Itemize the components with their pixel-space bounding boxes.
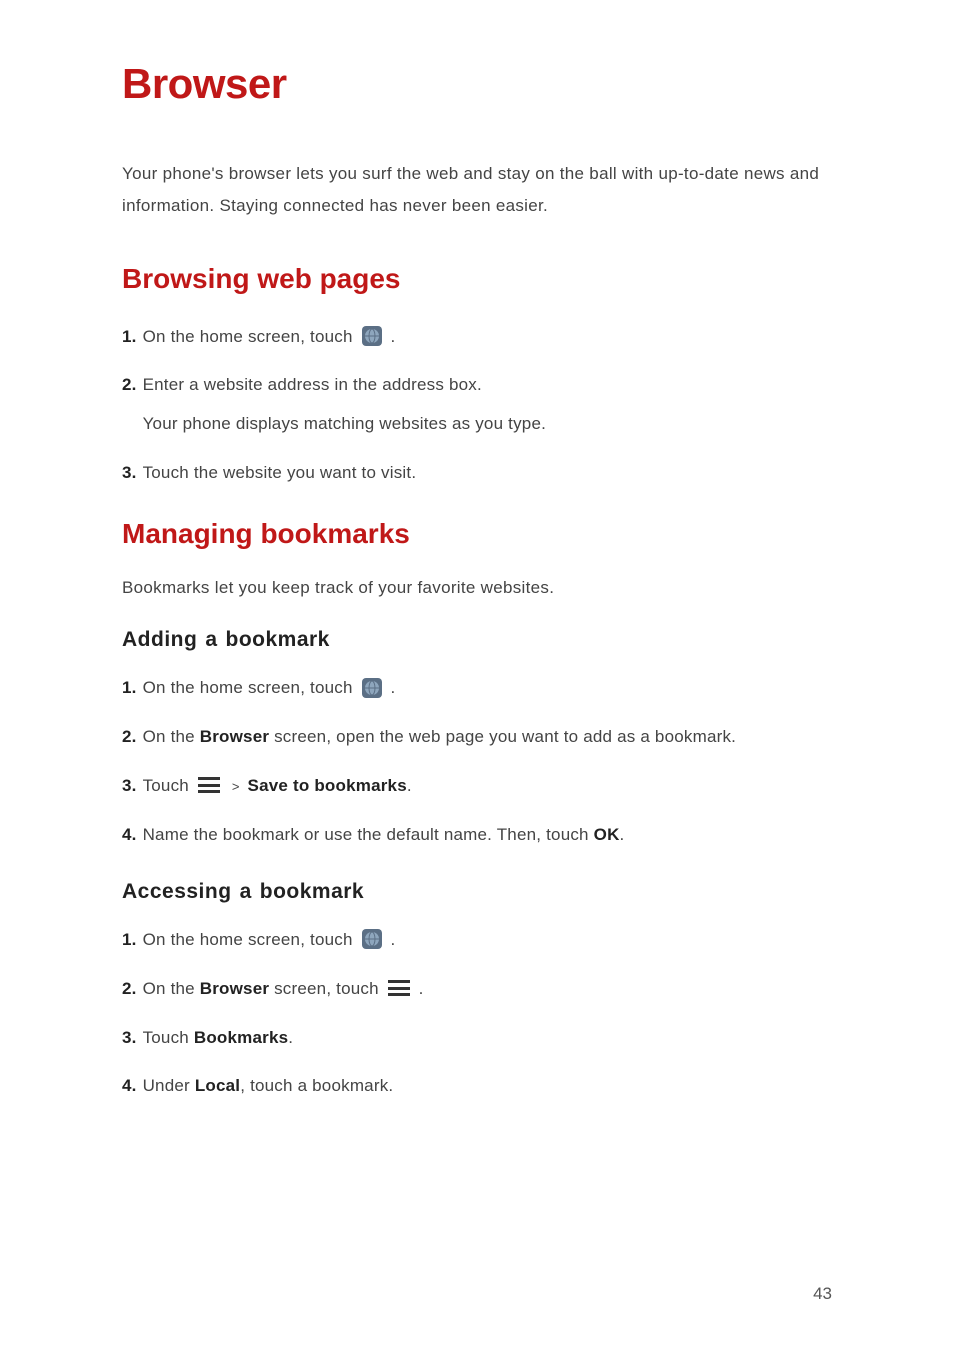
browsing-steps-list: 1. On the home screen, touch . 2. Enter … — [122, 323, 832, 489]
list-item: 4. Under Local, touch a bookmark. — [122, 1072, 832, 1101]
list-item: 1. On the home screen, touch . — [122, 674, 832, 703]
bold-label: Save to bookmarks — [248, 776, 407, 795]
step-text-after: . — [419, 979, 424, 998]
step-text: On the home screen, touch — [143, 327, 358, 346]
step-number: 2. — [122, 723, 137, 752]
step-text-after: . — [620, 825, 625, 844]
step-text: Under — [143, 1076, 195, 1095]
section-heading-browsing: Browsing web pages — [122, 263, 832, 295]
list-item: 1. On the home screen, touch . — [122, 323, 832, 352]
step-text-after: . — [391, 327, 396, 346]
step-text-after: . — [407, 776, 412, 795]
heading-word: a — [205, 628, 217, 651]
list-item: 2. On the Browser screen, open the web p… — [122, 723, 832, 752]
bold-label: Browser — [200, 727, 269, 746]
list-item: 2. Enter a website address in the addres… — [122, 371, 832, 439]
step-body: Name the bookmark or use the default nam… — [143, 821, 832, 850]
step-text-after: . — [288, 1028, 293, 1047]
heading-word: Accessing — [122, 880, 232, 903]
bold-label: Browser — [200, 979, 269, 998]
step-number: 2. — [122, 975, 137, 1004]
heading-word: bookmark — [260, 880, 364, 903]
step-body: On the home screen, touch . — [143, 323, 832, 352]
bold-label: Local — [195, 1076, 240, 1095]
menu-icon — [388, 980, 410, 996]
list-item: 3. Touch Bookmarks. — [122, 1024, 832, 1053]
adding-bookmark-steps: 1. On the home screen, touch . 2. On the… — [122, 674, 832, 850]
step-number: 3. — [122, 459, 137, 488]
step-number: 3. — [122, 1024, 137, 1053]
bold-label: Bookmarks — [194, 1028, 288, 1047]
step-text: screen, open the web page you want to ad… — [269, 727, 736, 746]
heading-word: bookmark — [226, 628, 330, 651]
step-body: Enter a website address in the address b… — [143, 371, 832, 439]
section-heading-bookmarks: Managing bookmarks — [122, 518, 832, 550]
browser-icon — [361, 325, 383, 347]
step-number: 4. — [122, 821, 137, 850]
step-body: On the home screen, touch . — [143, 926, 832, 955]
sub-heading-accessing: Accessing a bookmark — [122, 880, 832, 904]
menu-icon — [198, 777, 220, 793]
step-body: On the home screen, touch . — [143, 674, 832, 703]
step-text: Touch the website you want to visit. — [143, 463, 417, 482]
heading-word: a — [240, 880, 252, 903]
step-body: Touch Bookmarks. — [143, 1024, 832, 1053]
step-body: On the Browser screen, open the web page… — [143, 723, 832, 752]
sub-heading-adding: Addinga bookmark — [122, 628, 832, 652]
browser-icon — [361, 928, 383, 950]
step-text-after: . — [391, 678, 396, 697]
intro-paragraph: Your phone's browser lets you surf the w… — [122, 158, 832, 223]
step-text: screen, touch — [269, 979, 384, 998]
step-number: 1. — [122, 674, 137, 703]
bold-label: OK — [594, 825, 620, 844]
browser-icon — [361, 677, 383, 699]
step-body: Touch > Save to bookmarks. — [143, 772, 832, 801]
step-body: Touch the website you want to visit. — [143, 459, 832, 488]
step-number: 4. — [122, 1072, 137, 1101]
step-text-after: , touch a bookmark. — [240, 1076, 393, 1095]
step-number: 2. — [122, 371, 137, 400]
step-body: On the Browser screen, touch . — [143, 975, 832, 1004]
heading-word: Adding — [122, 628, 197, 651]
section-intro: Bookmarks let you keep track of your fav… — [122, 578, 832, 598]
step-text-after: . — [391, 930, 396, 949]
step-sub-text: Your phone displays matching websites as… — [143, 410, 832, 439]
list-item: 1. On the home screen, touch . — [122, 926, 832, 955]
step-text: Name the bookmark or use the default nam… — [143, 825, 594, 844]
step-body: Under Local, touch a bookmark. — [143, 1072, 832, 1101]
page-title: Browser — [122, 60, 832, 108]
list-item: 3. Touch the website you want to visit. — [122, 459, 832, 488]
page-number: 43 — [813, 1284, 832, 1304]
step-text: On the — [143, 979, 200, 998]
step-text: Touch — [143, 776, 194, 795]
step-text: On the — [143, 727, 200, 746]
step-text: On the home screen, touch — [143, 678, 358, 697]
step-number: 3. — [122, 772, 137, 801]
step-number: 1. — [122, 926, 137, 955]
step-text: Touch — [143, 1028, 194, 1047]
step-text: On the home screen, touch — [143, 930, 358, 949]
step-number: 1. — [122, 323, 137, 352]
list-item: 2. On the Browser screen, touch . — [122, 975, 832, 1004]
list-item: 3. Touch > Save to bookmarks. — [122, 772, 832, 801]
accessing-bookmark-steps: 1. On the home screen, touch . 2. On the… — [122, 926, 832, 1102]
list-item: 4. Name the bookmark or use the default … — [122, 821, 832, 850]
step-text: Enter a website address in the address b… — [143, 375, 482, 394]
greater-than-icon: > — [232, 779, 240, 794]
